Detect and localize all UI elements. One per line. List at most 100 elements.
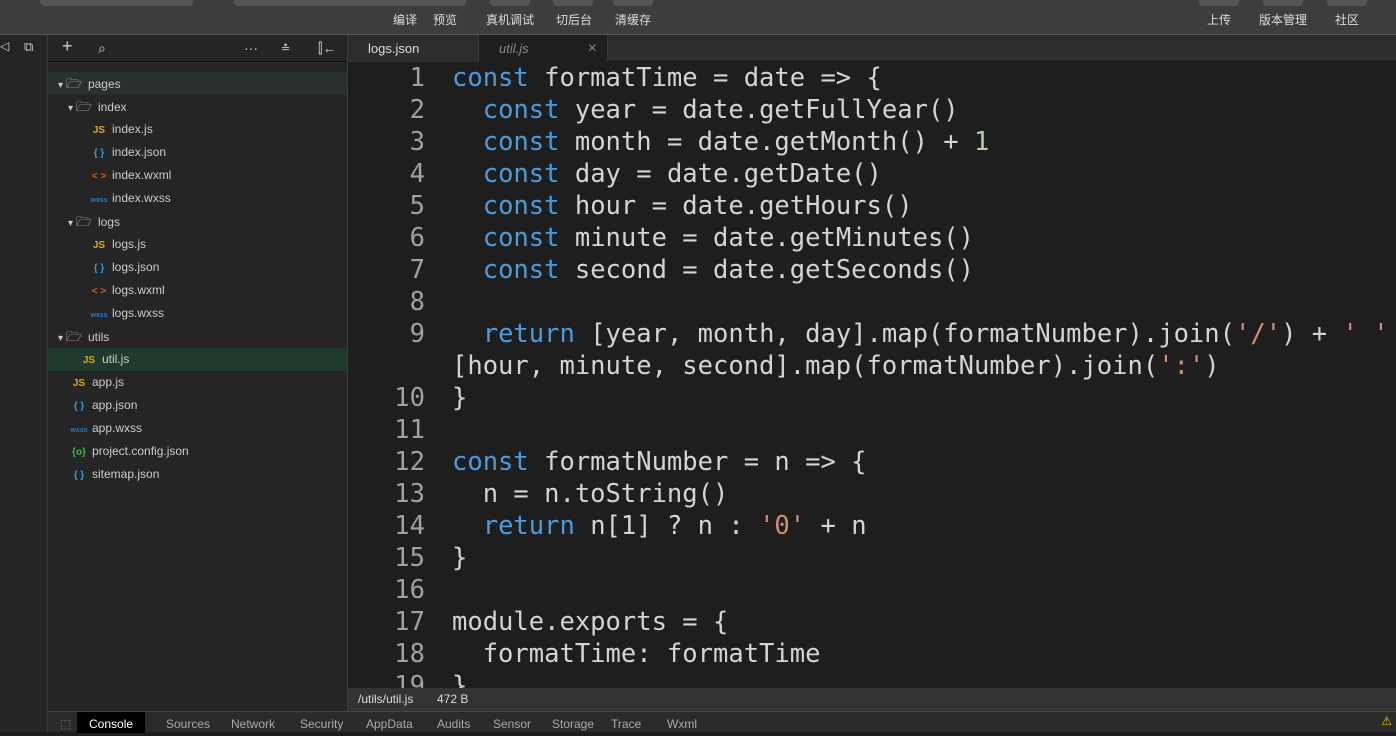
file-tree: ▾ 🗁 pages ▾ 🗁 index JS index.js { } index.json <… xyxy=(48,62,347,486)
config-file-icon: {o} xyxy=(72,447,86,458)
devtools-tab-security[interactable]: Security xyxy=(300,712,343,733)
collapse-icon[interactable]: ≛ xyxy=(281,42,290,55)
tree-item[interactable]: { } app.json xyxy=(48,394,347,417)
js-file-icon: JS xyxy=(92,125,106,136)
chevron-down-icon[interactable]: ▾ xyxy=(58,80,66,91)
tree-item[interactable]: { } index.json xyxy=(48,141,347,164)
code-editor[interactable]: 1 const formatTime = date => {2 const yea… xyxy=(348,62,1396,688)
tree-item[interactable]: ▾ 🗁 index xyxy=(48,95,347,118)
code-token: return xyxy=(482,511,575,541)
tree-item[interactable]: {o} project.config.json xyxy=(48,440,347,463)
tree-item-label: logs.json xyxy=(112,260,160,274)
code-token: [hour, minute, second].map(formatNumber)… xyxy=(452,351,1159,381)
folder-icon: 🗁 xyxy=(75,214,92,229)
chevron-down-icon[interactable]: ▾ xyxy=(68,103,76,114)
file-size: 472 B xyxy=(437,692,469,706)
devtools-tabs: ⬚ ⚠ Console Sources Network Security AppData… xyxy=(48,711,1396,733)
line-number: 9 xyxy=(409,319,425,349)
line-number: 7 xyxy=(409,255,425,285)
tree-item[interactable]: < > index.wxml xyxy=(48,164,347,187)
js-file-icon: JS xyxy=(82,355,96,366)
devtools-tab-storage[interactable]: Storage xyxy=(552,712,594,733)
search-icon[interactable]: ⌕ xyxy=(98,40,106,57)
devtools-tab-audits[interactable]: Audits xyxy=(437,712,470,733)
tree-item[interactable]: JS app.js xyxy=(48,371,347,394)
inspect-icon[interactable]: ⬚ xyxy=(60,712,71,733)
community-icon[interactable] xyxy=(1327,0,1367,6)
line-number: 11 xyxy=(394,415,425,445)
clear-cache-button[interactable]: 清缓存 xyxy=(615,11,651,28)
tree-item[interactable]: < > logs.wxml xyxy=(48,279,347,302)
code-line: 18 formatTime: formatTime xyxy=(348,638,1396,670)
mode-select[interactable] xyxy=(40,0,193,6)
line-number: 2 xyxy=(409,95,425,125)
tree-item[interactable]: JS util.js xyxy=(48,348,347,371)
community-button[interactable]: 社区 xyxy=(1335,11,1359,28)
code-token: + xyxy=(1389,319,1396,349)
background-button[interactable]: 切后台 xyxy=(556,11,592,28)
tree-item-label: index.js xyxy=(112,122,153,136)
real-device-debug-icon[interactable] xyxy=(490,0,530,6)
upload-button[interactable]: 上传 xyxy=(1207,11,1231,28)
line-number: 17 xyxy=(394,607,425,637)
more-icon[interactable]: ··· xyxy=(244,40,258,56)
code-token: formatTime = date => { xyxy=(528,63,882,93)
window-icon[interactable]: ⧉ xyxy=(24,39,33,55)
compile-button[interactable]: 编译 xyxy=(393,11,417,28)
tree-item-label: logs.js xyxy=(112,237,147,251)
tree-item[interactable]: { } sitemap.json xyxy=(48,463,347,486)
tree-item-label: app.js xyxy=(92,375,125,389)
chevron-down-icon[interactable]: ▾ xyxy=(68,218,76,229)
code-token: ) + xyxy=(1281,319,1343,349)
tab-logs-json[interactable]: logs.json xyxy=(348,35,478,62)
version-icon[interactable] xyxy=(1263,0,1303,6)
devtools-tab-console[interactable]: Console xyxy=(77,712,146,733)
tab-util-js[interactable]: util.js × xyxy=(478,35,608,62)
code-line: 7 const second = date.getSeconds() xyxy=(348,254,1396,286)
real-device-debug-button[interactable]: 真机调试 xyxy=(486,11,534,28)
close-tab-icon[interactable]: × xyxy=(588,35,597,62)
devtools-tab-sources[interactable]: Sources xyxy=(166,712,210,733)
code-token: '0' xyxy=(759,511,806,541)
tree-item[interactable]: wxss logs.wxss xyxy=(48,302,347,325)
line-number: 8 xyxy=(409,287,425,317)
tree-item[interactable]: wxss index.wxss xyxy=(48,187,347,210)
hide-sidebar-icon[interactable]: ⫿← xyxy=(318,40,336,57)
code-line: 1 const formatTime = date => { xyxy=(348,62,1396,94)
tree-item[interactable]: ▾ 🗁 utils xyxy=(48,325,347,348)
code-token: const xyxy=(482,255,560,285)
preview-button[interactable]: 预览 xyxy=(433,11,457,28)
tree-item[interactable]: wxss app.wxss xyxy=(48,417,347,440)
warning-icon[interactable]: ⚠ xyxy=(1381,714,1392,728)
devtools-tab-sensor[interactable]: Sensor xyxy=(493,712,531,733)
tree-item[interactable]: { } logs.json xyxy=(48,256,347,279)
tree-item[interactable]: JS index.js xyxy=(48,118,347,141)
version-button[interactable]: 版本管理 xyxy=(1259,11,1307,28)
background-icon[interactable] xyxy=(553,0,593,6)
devtools-tab-network[interactable]: Network xyxy=(231,712,275,733)
code-line: 13 n = n.toString() xyxy=(348,478,1396,510)
devtools-tab-wxml[interactable]: Wxml xyxy=(667,712,697,733)
wxml-file-icon: < > xyxy=(91,286,107,297)
speaker-icon[interactable]: ◁ xyxy=(0,39,9,53)
code-token: + n xyxy=(805,511,867,541)
line-number: 1 xyxy=(409,63,425,93)
devtools-tab-appdata[interactable]: AppData xyxy=(366,712,413,733)
wxss-file-icon: wxss xyxy=(90,312,108,319)
add-icon[interactable]: + xyxy=(62,36,73,57)
clear-cache-icon[interactable] xyxy=(613,0,653,6)
tree-item[interactable]: ▾ 🗁 pages xyxy=(48,72,347,95)
compile-mode-select[interactable] xyxy=(234,0,466,6)
tree-item[interactable]: ▾ 🗁 logs xyxy=(48,210,347,233)
chevron-down-icon[interactable]: ▾ xyxy=(58,333,66,344)
code-token: const xyxy=(452,447,529,477)
code-token: } xyxy=(452,671,468,688)
code-token: year = date.getFullYear() xyxy=(559,95,959,125)
upload-icon[interactable] xyxy=(1199,0,1239,6)
line-number: 3 xyxy=(409,127,425,157)
devtools-tab-trace[interactable]: Trace xyxy=(611,712,641,733)
tree-item[interactable]: JS logs.js xyxy=(48,233,347,256)
